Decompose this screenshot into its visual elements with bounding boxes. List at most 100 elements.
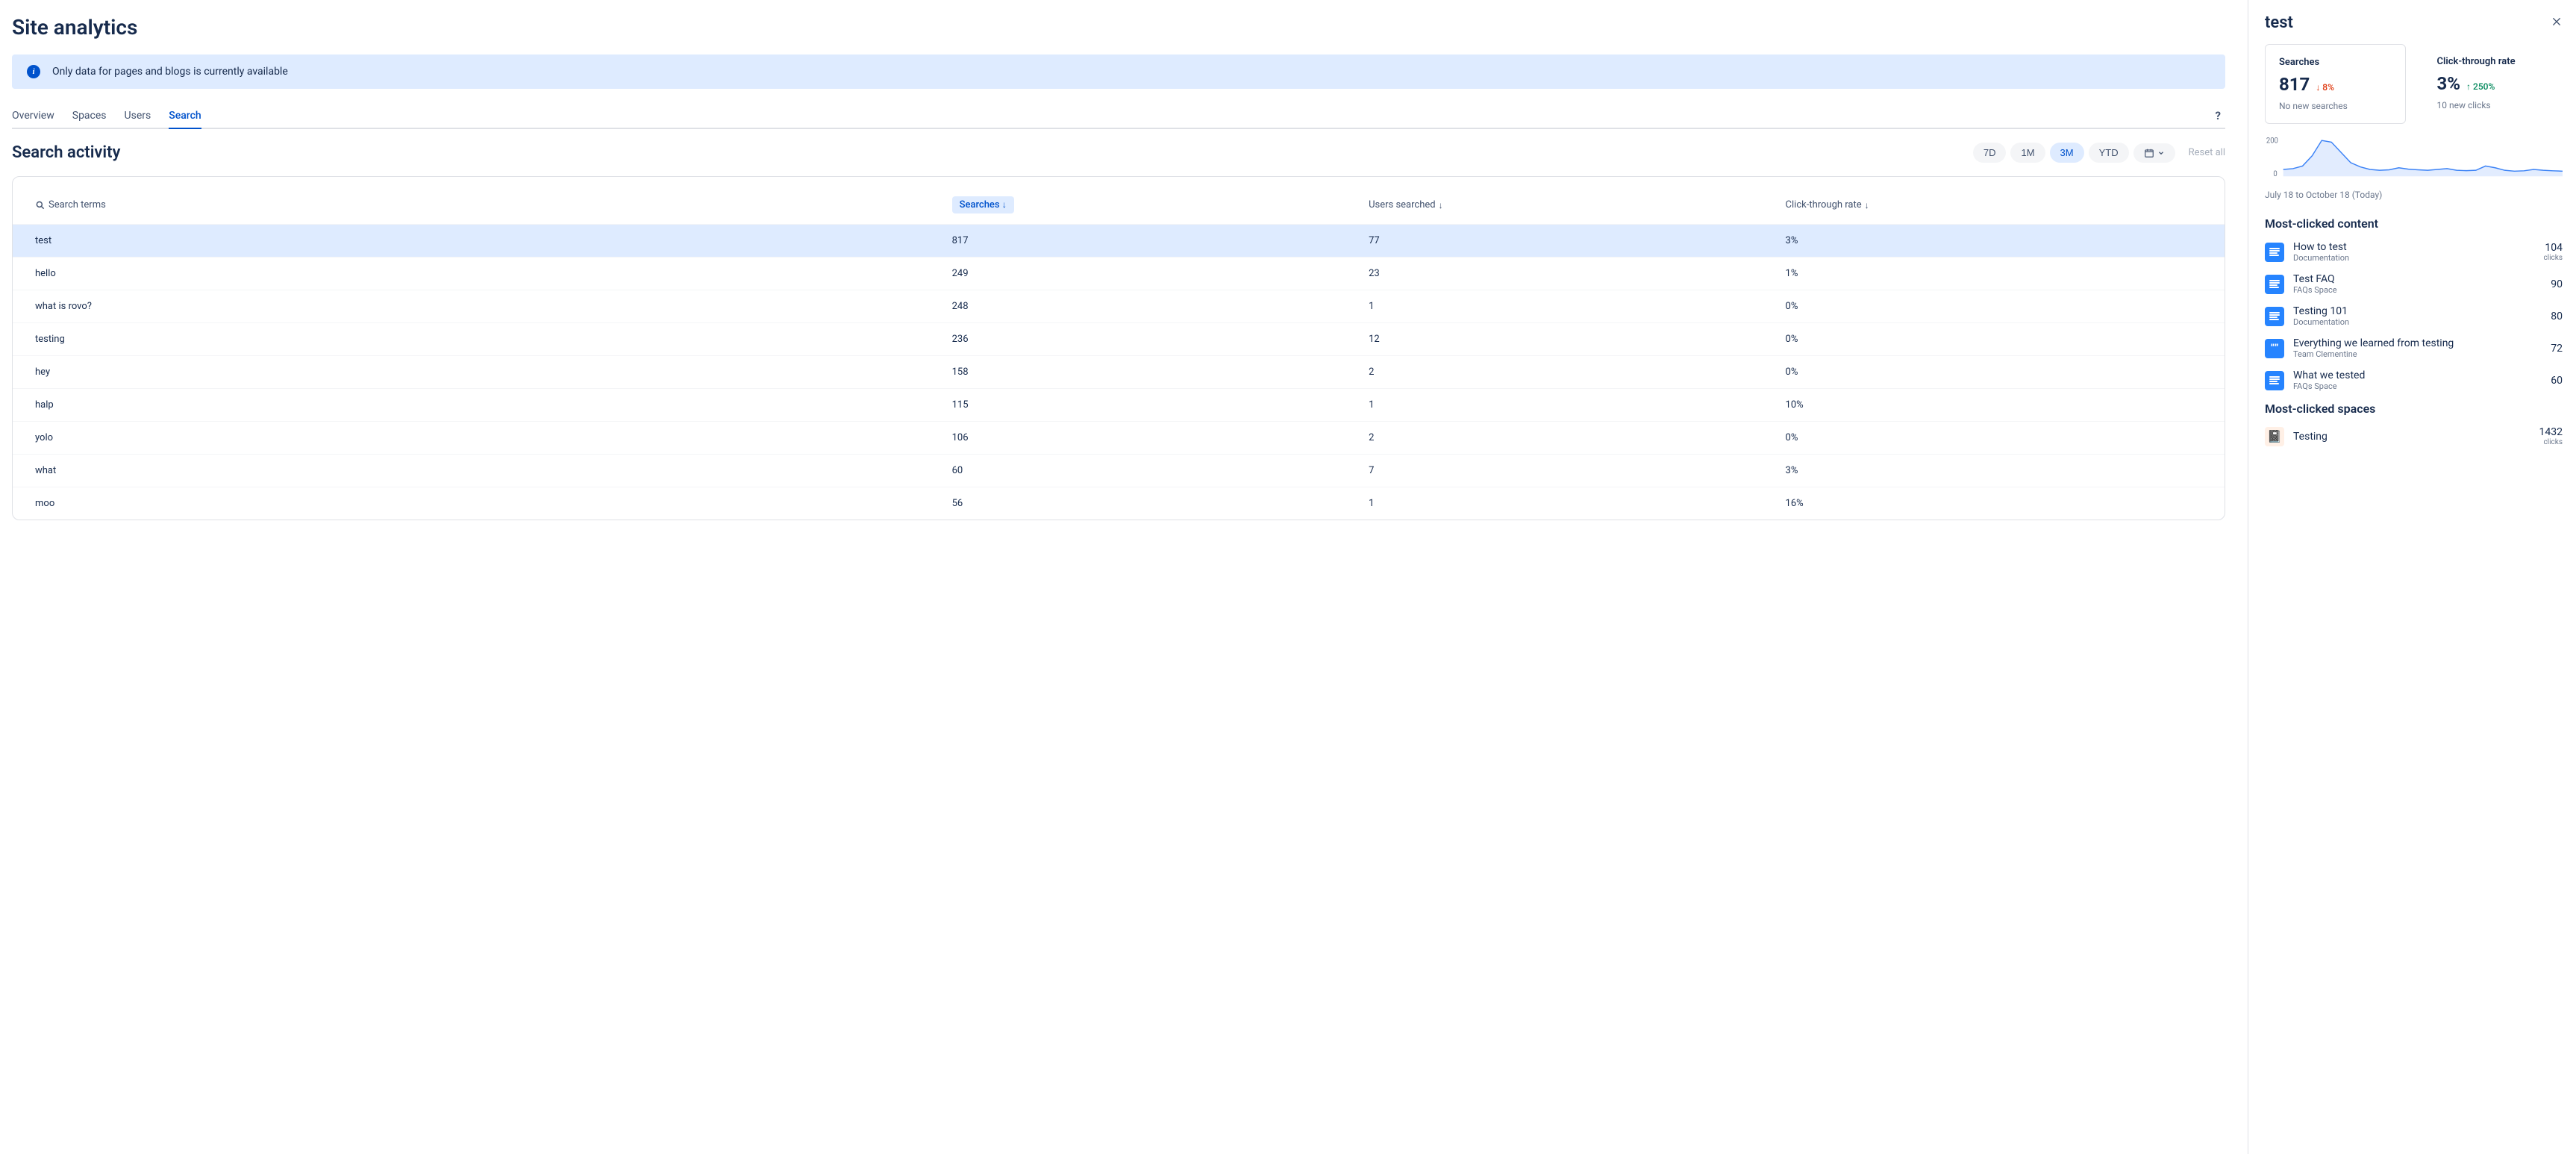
cell-searches: 60	[952, 465, 1369, 476]
table-row[interactable]: test817773%	[13, 224, 2225, 257]
table-row[interactable]: moo56116%	[13, 487, 2225, 520]
cell-searches: 817	[952, 235, 1369, 246]
cell-users: 2	[1369, 432, 1785, 443]
details-title: test	[2265, 13, 2551, 32]
page-title: Site analytics	[12, 15, 2225, 40]
cell-term: testing	[35, 334, 952, 345]
banner-text: Only data for pages and blogs is current…	[52, 66, 288, 78]
reset-all[interactable]: Reset all	[2189, 147, 2225, 158]
delta-up: ↑ 250%	[2466, 81, 2495, 92]
content-space: Documentation	[2293, 317, 2542, 327]
tab-search[interactable]: Search	[169, 104, 201, 129]
col-users-searched[interactable]: Users searched ↓	[1369, 196, 1785, 213]
pill-7d[interactable]: 7D	[1973, 143, 2007, 163]
content-title: Testing 101	[2293, 305, 2542, 317]
cell-term: yolo	[35, 432, 952, 443]
cell-ctr: 0%	[1786, 432, 2202, 443]
cell-users: 23	[1369, 268, 1785, 279]
cell-term: hey	[35, 367, 952, 378]
content-item[interactable]: ””Everything we learned from testingTeam…	[2265, 337, 2563, 359]
content-space: Documentation	[2293, 253, 2534, 263]
table-body: test817773%hello249231%what is rovo?2481…	[13, 224, 2225, 520]
sort-icon: ↓	[1865, 200, 1869, 210]
tab-spaces[interactable]: Spaces	[72, 104, 107, 129]
cell-searches: 106	[952, 432, 1369, 443]
content-item[interactable]: Testing 101Documentation 80	[2265, 305, 2563, 327]
date-range: July 18 to October 18 (Today)	[2265, 190, 2563, 200]
tabs: Overview Spaces Users Search ?	[12, 104, 2225, 129]
cell-ctr: 1%	[1786, 268, 2202, 279]
pill-1m[interactable]: 1M	[2010, 143, 2045, 163]
tab-overview[interactable]: Overview	[12, 104, 54, 129]
close-icon	[2551, 16, 2563, 28]
cell-users: 77	[1369, 235, 1785, 246]
tab-users[interactable]: Users	[125, 104, 151, 129]
cell-users: 1	[1369, 498, 1785, 509]
table-row[interactable]: what6073%	[13, 454, 2225, 487]
content-item[interactable]: How to testDocumentation104clicks	[2265, 241, 2563, 263]
main-panel: Site analytics i Only data for pages and…	[0, 0, 2248, 1154]
cell-ctr: 0%	[1786, 334, 2202, 345]
content-list: How to testDocumentation104clicksTest FA…	[2265, 241, 2563, 391]
col-search-terms[interactable]: Search terms	[35, 196, 952, 213]
space-item[interactable]: 📓Testing1432clicks	[2265, 426, 2563, 446]
page-icon	[2265, 307, 2284, 326]
cell-searches: 236	[952, 334, 1369, 345]
chevron-down-icon	[2157, 149, 2165, 157]
sparkline-chart: 200 0	[2265, 134, 2563, 184]
table-row[interactable]: testing236120%	[13, 322, 2225, 355]
content-count: 60	[2551, 375, 2563, 387]
pill-calendar[interactable]	[2133, 143, 2175, 163]
cell-searches: 249	[952, 268, 1369, 279]
col-searches[interactable]: Searches ↓	[952, 196, 1369, 213]
search-table: Search terms Searches ↓ Users searched ↓…	[12, 176, 2225, 520]
content-item[interactable]: What we testedFAQs Space60	[2265, 369, 2563, 391]
section-title: Search activity	[12, 143, 120, 162]
cell-users: 1	[1369, 301, 1785, 312]
cell-term: moo	[35, 498, 952, 509]
space-count: 1432	[2539, 426, 2563, 438]
table-row[interactable]: hello249231%	[13, 257, 2225, 290]
info-icon: i	[27, 65, 40, 78]
space-unit: clicks	[2539, 438, 2563, 446]
cell-ctr: 16%	[1786, 498, 2202, 509]
content-count: 104	[2543, 242, 2563, 254]
cell-term: test	[35, 235, 952, 246]
close-button[interactable]	[2551, 16, 2563, 31]
cell-term: what is rovo?	[35, 301, 952, 312]
cell-searches: 158	[952, 367, 1369, 378]
content-unit: clicks	[2543, 254, 2563, 262]
page-icon	[2265, 371, 2284, 390]
details-panel: test Searches 817 ↓ 8% No new searches C…	[2248, 0, 2576, 1154]
content-count: 80	[2551, 311, 2563, 322]
cell-users: 12	[1369, 334, 1785, 345]
delta-down: ↓ 8%	[2316, 82, 2334, 93]
pill-ytd[interactable]: YTD	[2089, 143, 2129, 163]
cell-term: what	[35, 465, 952, 476]
content-title: Everything we learned from testing	[2293, 337, 2542, 349]
content-title: What we tested	[2293, 369, 2542, 381]
most-clicked-spaces-title: Most-clicked spaces	[2265, 402, 2563, 416]
search-icon	[35, 200, 46, 210]
table-row[interactable]: hey15820%	[13, 355, 2225, 388]
cell-users: 2	[1369, 367, 1785, 378]
section-header: Search activity 7D 1M 3M YTD Reset all	[12, 143, 2225, 163]
pill-3m[interactable]: 3M	[2050, 143, 2084, 163]
spaces-list: 📓Testing1432clicks	[2265, 426, 2563, 446]
cell-ctr: 3%	[1786, 465, 2202, 476]
content-count: 90	[2551, 278, 2563, 290]
help-icon[interactable]: ?	[2211, 109, 2225, 122]
cell-ctr: 10%	[1786, 399, 2202, 411]
table-header: Search terms Searches ↓ Users searched ↓…	[13, 196, 2225, 224]
table-row[interactable]: what is rovo?24810%	[13, 290, 2225, 322]
blog-icon: ””	[2265, 339, 2284, 358]
content-count: 72	[2551, 343, 2563, 355]
content-item[interactable]: Test FAQFAQs Space90	[2265, 273, 2563, 295]
y-tick-200: 200	[2266, 137, 2278, 146]
col-ctr[interactable]: Click-through rate ↓	[1786, 196, 2202, 213]
cell-ctr: 3%	[1786, 235, 2202, 246]
sort-icon: ↓	[1439, 200, 1443, 210]
calendar-icon	[2144, 148, 2154, 158]
table-row[interactable]: halp115110%	[13, 388, 2225, 421]
table-row[interactable]: yolo10620%	[13, 421, 2225, 454]
